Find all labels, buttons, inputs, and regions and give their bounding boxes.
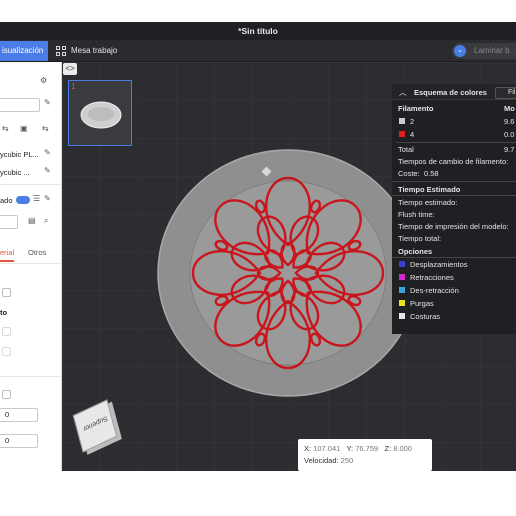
filament-2[interactable]: ycubic ... <box>0 168 30 177</box>
material-icon[interactable]: ▣ <box>20 124 28 133</box>
edit-icon[interactable]: ✎ <box>44 166 51 175</box>
total-value: 9.7 <box>504 145 515 154</box>
save-icon[interactable]: ▤ <box>28 216 36 225</box>
number-field-value: 0 <box>5 436 10 445</box>
settings-icon[interactable]: ⇆ <box>42 124 49 133</box>
filament-name: 4 <box>410 130 415 139</box>
legend-panel: ︿ Esquema de colores Fil Filamento Mo 2 … <box>392 84 516 334</box>
filament-change-times: Tiempos de cambio de filamento: <box>398 157 509 166</box>
sync-icon[interactable]: ⇆ <box>2 124 9 133</box>
option-wipes[interactable]: Purgas <box>410 299 434 308</box>
tab-preview[interactable]: isualización <box>0 41 48 61</box>
main-toolbar: isualización Mesa trabajo ⌄ Laminar b <box>0 40 516 62</box>
coordinate-readout: X: 107.041 Y: 76.759 Z: 8.000 Velocidad:… <box>298 439 432 471</box>
edit-icon[interactable]: ✎ <box>44 194 51 203</box>
list-icon[interactable]: ☰ <box>33 194 40 203</box>
view-type-value: Fil <box>508 89 516 96</box>
filament-value: 9.6 <box>504 117 515 126</box>
speed-value: 250 <box>340 456 354 465</box>
option-seams[interactable]: Costuras <box>410 312 440 321</box>
y-value: 76.759 <box>355 444 379 453</box>
sliders-icon[interactable]: ⚙ <box>40 76 47 85</box>
total-label: Total <box>398 145 414 154</box>
option-retractions[interactable]: Retracciones <box>410 273 454 282</box>
process-field[interactable] <box>0 215 18 229</box>
process-label: ado <box>0 196 13 205</box>
number-field[interactable]: 0 <box>0 434 38 448</box>
z-label: Z: <box>384 444 392 453</box>
filament-swatch <box>399 131 405 137</box>
option-swatch <box>399 274 405 280</box>
search-icon[interactable]: ⌕ <box>44 216 48 226</box>
slice-button-label: Laminar b <box>474 46 510 55</box>
option-travel[interactable]: Desplazamientos <box>410 260 468 269</box>
filament-name: 2 <box>410 117 415 126</box>
plate-thumbnail[interactable]: 1 <box>68 80 132 146</box>
options-title: Opciones <box>398 247 433 256</box>
filament-1[interactable]: ycubic PL... <box>0 150 39 159</box>
checkbox[interactable] <box>2 347 11 356</box>
plate-thumbnail-image <box>80 101 122 129</box>
window-title: *Sin título <box>0 22 516 40</box>
filament-column-header: Filamento <box>398 104 434 113</box>
filament-value: 0.0 <box>504 130 515 139</box>
view-type-dropdown[interactable]: Fil <box>495 87 516 99</box>
checkbox[interactable] <box>2 288 11 297</box>
option-deretraction[interactable]: Des-retracción <box>410 286 459 295</box>
estimated-time-label: Tiempo estimado: <box>398 198 458 207</box>
toggle-switch[interactable] <box>16 196 30 204</box>
tab-material[interactable]: erial <box>0 248 14 257</box>
option-swatch <box>399 261 405 267</box>
edit-icon[interactable]: ✎ <box>44 98 51 107</box>
legend-title: Esquema de colores <box>414 88 487 97</box>
edit-icon[interactable]: ✎ <box>44 148 51 157</box>
flush-time-label: Flush time: <box>398 210 435 219</box>
checkbox[interactable] <box>2 390 11 399</box>
z-value: 8.000 <box>393 444 412 453</box>
printer-select[interactable] <box>0 98 40 112</box>
number-field-value: 0 <box>5 410 10 419</box>
option-swatch <box>399 300 405 306</box>
x-value: 107.041 <box>313 444 341 453</box>
cost-value: 0.58 <box>424 169 439 178</box>
checkbox[interactable] <box>2 327 11 336</box>
option-swatch <box>399 313 405 319</box>
total-time-label: Tiempo total: <box>398 234 442 243</box>
estimated-time-title: Tiempo Estimado <box>398 185 461 194</box>
tab-prepare[interactable]: Mesa trabajo <box>56 41 117 61</box>
section-heading: to <box>0 308 8 317</box>
option-swatch <box>399 287 405 293</box>
tab-prepare-label: Mesa trabajo <box>71 46 118 55</box>
chevron-down-icon[interactable]: ⌄ <box>454 45 466 57</box>
filament-swatch <box>399 118 405 124</box>
slice-button[interactable]: ⌄ Laminar b <box>452 43 516 59</box>
grid-icon <box>56 46 66 56</box>
view-cube-label: Superior <box>82 414 109 433</box>
app-window: *Sin título isualización Mesa trabajo ⌄ … <box>0 22 516 471</box>
settings-panel: ⚙ ✎ ⇆ ▣ ⇆ ycubic PL... ✎ ycubic ... ✎ ad… <box>0 62 62 471</box>
model-print-time-label: Tiempo de impresión del modelo: <box>398 222 509 231</box>
tab-others[interactable]: Otros <box>28 248 46 257</box>
y-label: Y: <box>346 444 354 453</box>
cost-label: Coste: <box>398 169 420 178</box>
x-label: X: <box>304 444 312 453</box>
collapse-legend-icon[interactable]: ︿ <box>399 87 407 98</box>
number-field[interactable]: 0 <box>0 408 38 422</box>
collapse-panel-button[interactable]: <> <box>63 63 77 75</box>
speed-label: Velocidad: <box>304 456 339 465</box>
model-column-header: Mo <box>504 104 515 113</box>
tab-underline <box>0 260 14 262</box>
